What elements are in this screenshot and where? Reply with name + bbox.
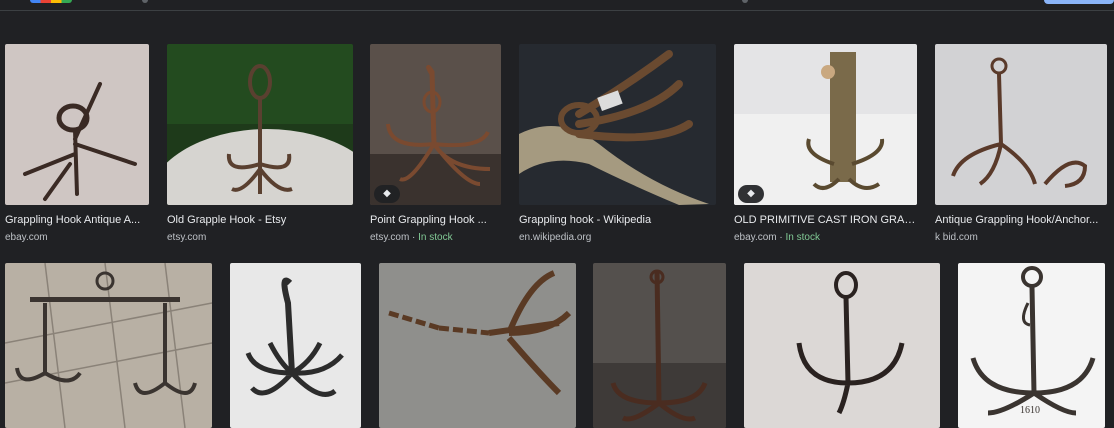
scrollbar[interactable] [1108,40,1114,428]
image-result[interactable]: ◆ OLD PRIMITIVE CAST IRON GRAP... ebay.c… [734,44,917,249]
result-title[interactable]: Grappling hook - Wikipedia [519,214,716,226]
image-result[interactable]: Old Grapple Hook - Etsy etsy.com [167,44,353,249]
result-source: etsy.com [167,232,207,243]
image-result[interactable]: 1610 [958,263,1105,428]
result-thumbnail[interactable] [519,44,716,205]
result-thumbnail[interactable] [370,44,501,205]
result-thumbnail[interactable] [734,44,917,205]
result-source: ebay.com [5,232,48,243]
sign-in-button[interactable] [1044,0,1114,4]
image-result[interactable]: Grappling Hook Antique A... ebay.com [5,44,149,249]
result-thumbnail[interactable] [744,263,940,428]
result-title[interactable]: OLD PRIMITIVE CAST IRON GRAP... [734,214,917,226]
result-thumbnail[interactable] [230,263,361,428]
image-result[interactable] [5,263,212,428]
image-caption: 1610 [1020,405,1040,416]
tag-icon[interactable]: ◆ [738,185,764,203]
image-result[interactable] [593,263,726,428]
image-result[interactable] [230,263,361,428]
result-source: etsy.com · In stock [370,232,453,243]
tag-icon[interactable]: ◆ [374,185,400,203]
result-thumbnail[interactable] [5,263,212,428]
search-field-edge[interactable] [142,0,148,3]
image-result[interactable]: Antique Grappling Hook/Anchor... k bid.c… [935,44,1107,249]
result-source: en.wikipedia.org [519,232,592,243]
result-title[interactable]: Antique Grappling Hook/Anchor... [935,214,1107,226]
result-source: ebay.com · In stock [734,232,820,243]
result-title[interactable]: Grappling Hook Antique A... [5,214,149,226]
image-result[interactable] [744,263,940,428]
result-thumbnail[interactable] [167,44,353,205]
image-result[interactable] [379,263,576,428]
search-field-edge-right[interactable] [742,0,748,3]
google-logo[interactable] [30,0,72,3]
result-thumbnail[interactable] [935,44,1107,205]
result-title[interactable]: Point Grappling Hook ... [370,214,501,226]
result-source: k bid.com [935,232,978,243]
result-thumbnail[interactable] [379,263,576,428]
image-result[interactable]: Grappling hook - Wikipedia en.wikipedia.… [519,44,716,249]
result-thumbnail[interactable] [5,44,149,205]
result-thumbnail[interactable] [593,263,726,428]
result-title[interactable]: Old Grapple Hook - Etsy [167,214,353,226]
top-bar [0,0,1114,11]
image-result[interactable]: ◆ Point Grappling Hook ... etsy.com · In… [370,44,501,249]
result-thumbnail[interactable] [958,263,1105,428]
